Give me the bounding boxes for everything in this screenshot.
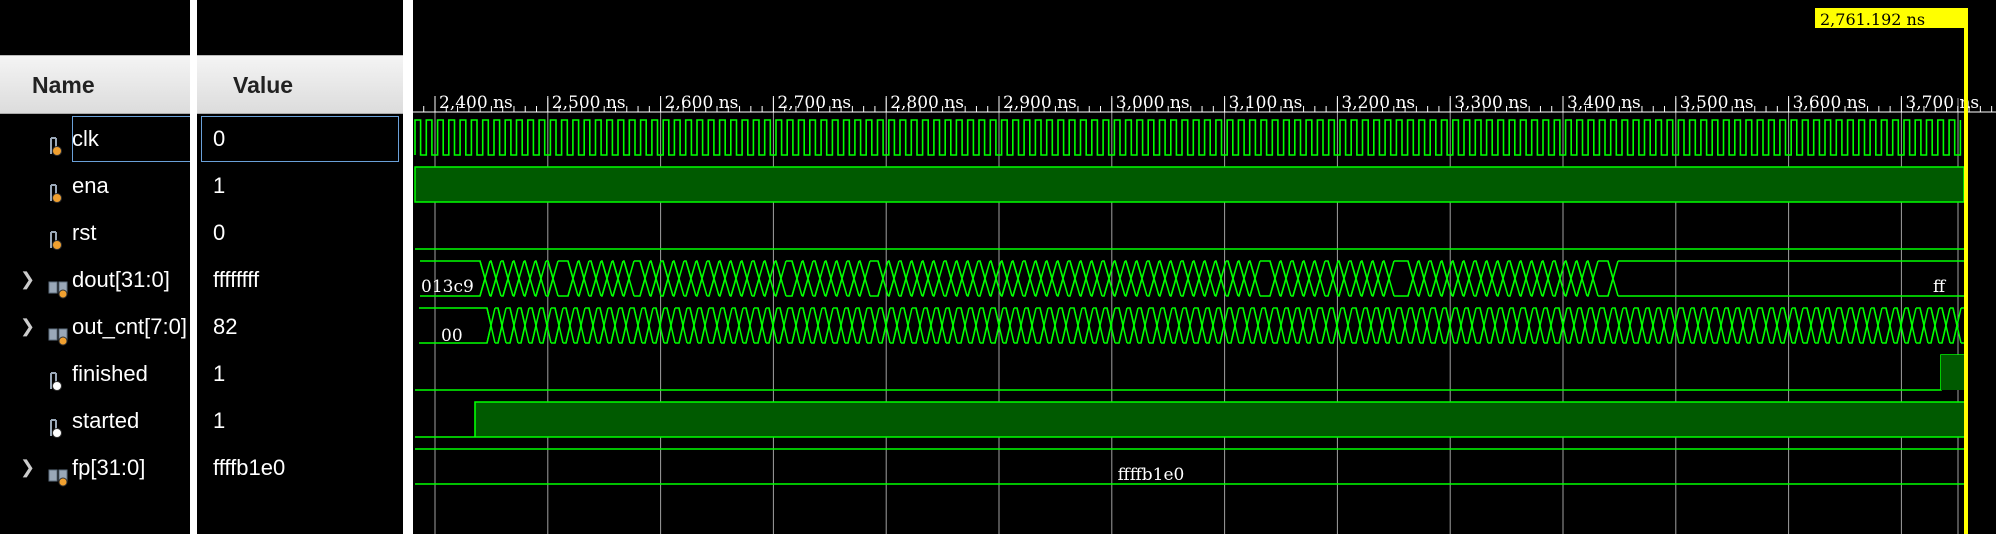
value-row[interactable]: ffffffff: [197, 256, 410, 303]
timeline-tick-label: 2,400 ns: [439, 93, 513, 113]
timeline-tick-label: 3,000 ns: [1116, 93, 1190, 113]
timeline-tick-label: 3,200 ns: [1341, 93, 1415, 113]
value-row[interactable]: 1: [197, 397, 410, 444]
signal-name: finished: [72, 361, 148, 386]
timeline-tick-label: 2,500 ns: [552, 93, 626, 113]
dout-waveform-crossings: [479, 260, 1619, 297]
signal-row[interactable]: rst: [0, 209, 190, 256]
signal-value: 1: [213, 173, 226, 198]
started-fill: [475, 402, 1964, 437]
signal-row[interactable]: ena: [0, 162, 190, 209]
fp-waveform: [415, 448, 1964, 485]
timeline-tick-label: 3,600 ns: [1793, 93, 1867, 113]
bit-signal-icon: [48, 127, 68, 156]
timeline-tick-label: 2,900 ns: [1003, 93, 1077, 113]
waveform-canvas[interactable]: 2,400 ns 2,500 ns 2,600 ns 2,700 ns 2,800 ns…: [413, 0, 1996, 534]
expand-chevron-icon[interactable]: ❯: [20, 303, 35, 350]
signal-value: 0: [213, 220, 226, 245]
expand-chevron-icon[interactable]: ❯: [20, 256, 35, 303]
bit-signal-icon: [48, 174, 68, 203]
timeline-tick-label: 3,500 ns: [1680, 93, 1754, 113]
value-row[interactable]: 0: [197, 209, 410, 256]
values-panel: Value 0 1 0 ffffffff 82 1 1 ffffb1e0: [197, 0, 403, 534]
timeline-tick-label: 3,400 ns: [1567, 93, 1641, 113]
value-row[interactable]: 1: [197, 350, 410, 397]
bit-signal-icon: [48, 362, 68, 391]
expand-chevron-icon[interactable]: ❯: [20, 444, 35, 491]
signal-value: 1: [213, 408, 226, 433]
panel-splitter[interactable]: [403, 0, 413, 534]
timeline-tick-label: 2,700 ns: [777, 93, 851, 113]
value-row[interactable]: 82: [197, 303, 410, 350]
column-splitter[interactable]: [190, 0, 197, 534]
signal-name: rst: [72, 220, 97, 245]
out-cnt-value-label: 00: [441, 326, 463, 346]
signal-row[interactable]: finished: [0, 350, 190, 397]
signal-row[interactable]: started: [0, 397, 190, 444]
signal-name: ena: [72, 173, 109, 198]
names-panel: Name clk ena rst ❯ dout[31:0] ❯ out_cnt[7:0] fi…: [0, 0, 190, 534]
bus-signal-icon: [48, 268, 68, 299]
finished-waveform: [415, 354, 1964, 391]
signal-row[interactable]: ❯ fp[31:0]: [0, 444, 190, 491]
signal-name: out_cnt[7:0]: [72, 314, 187, 339]
signal-row[interactable]: ❯ out_cnt[7:0]: [0, 303, 190, 350]
value-column-header[interactable]: Value: [197, 55, 403, 114]
cursor-time-label: 2,761.192 ns: [1820, 10, 1925, 29]
waveform-area[interactable]: 2,400 ns 2,500 ns 2,600 ns 2,700 ns 2,800 ns…: [413, 0, 1996, 534]
timeline-tick-label: 3,700 ns: [1905, 93, 1979, 113]
fp-value-label: ffffb1e0: [1118, 465, 1185, 485]
name-column-header[interactable]: Name: [0, 55, 190, 114]
clk-waveform: [414, 119, 1962, 156]
value-row[interactable]: ffffb1e0: [197, 444, 410, 491]
bus-signal-icon: [48, 315, 68, 346]
time-cursor[interactable]: [1964, 8, 1968, 534]
timeline-tick-label: 2,600 ns: [665, 93, 739, 113]
signal-name: started: [72, 408, 140, 433]
signal-row[interactable]: ❯ dout[31:0]: [0, 256, 190, 303]
signal-name: dout[31:0]: [72, 267, 170, 292]
value-row[interactable]: 1: [197, 162, 410, 209]
bit-signal-icon: [48, 409, 68, 438]
selected-name-cell[interactable]: [72, 116, 190, 162]
bit-signal-icon: [48, 221, 68, 250]
dout-end-label: ff: [1933, 277, 1947, 297]
timeline-tick-label: 3,300 ns: [1454, 93, 1528, 113]
out-cnt-waveform-crossings: [486, 307, 1962, 344]
timeline-tick-label: 2,800 ns: [890, 93, 964, 113]
finished-fill: [1941, 355, 1964, 390]
ena-waveform: [414, 166, 1965, 203]
dout-value-label: 013c9: [421, 277, 474, 297]
signal-value: ffffffff: [213, 267, 260, 292]
bus-signal-icon: [48, 456, 68, 487]
signal-value: 82: [213, 314, 238, 339]
selected-value-cell[interactable]: [201, 116, 399, 162]
signal-value: ffffb1e0: [213, 455, 286, 480]
signal-value: 1: [213, 361, 226, 386]
signal-name: fp[31:0]: [72, 455, 146, 480]
values-panel-toolbar: [197, 0, 403, 52]
timeline-tick-label: 3,100 ns: [1229, 93, 1303, 113]
names-panel-toolbar: [0, 0, 190, 52]
